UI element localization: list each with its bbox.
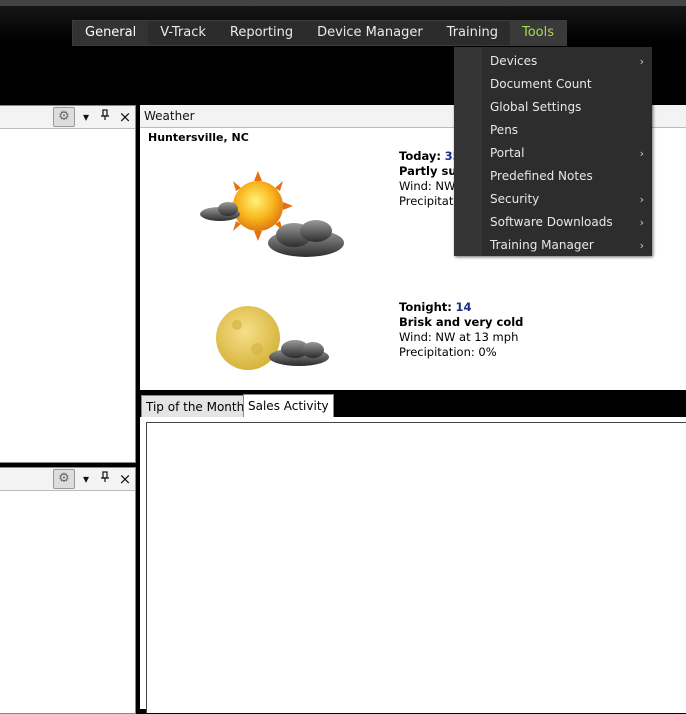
menu-item-label: Software Downloads — [490, 215, 613, 229]
menu-item-label: Portal — [490, 146, 525, 160]
menu-item-label: Predefined Notes — [490, 169, 593, 183]
tonight-label: Tonight: — [399, 300, 452, 314]
tab-content-area — [140, 417, 686, 713]
tools-menu-security[interactable]: Security › — [490, 188, 650, 211]
tools-menu-predefined-notes[interactable]: Predefined Notes — [490, 165, 650, 188]
tools-menu-portal[interactable]: Portal › — [490, 142, 650, 165]
submenu-arrow-icon: › — [639, 55, 644, 68]
left-top-panel-header: ⚙ ▾ × — [0, 106, 135, 129]
submenu-arrow-icon: › — [639, 147, 644, 160]
tools-menu-document-count[interactable]: Document Count — [490, 73, 650, 96]
panel-settings-button[interactable]: ⚙ — [53, 469, 75, 489]
tools-menu-devices[interactable]: Devices › — [490, 50, 650, 73]
submenu-arrow-icon: › — [639, 216, 644, 229]
weather-title: Weather — [144, 109, 195, 123]
menu-item-label: Devices — [490, 54, 538, 68]
gear-icon: ⚙ — [58, 109, 70, 124]
tools-menu-pens[interactable]: Pens — [490, 119, 650, 142]
today-label: Today: — [399, 149, 441, 163]
main-menu-bar: General V-Track Reporting Device Manager… — [72, 20, 567, 46]
menu-reporting[interactable]: Reporting — [218, 21, 305, 45]
panel-dropdown-button[interactable]: ▾ — [78, 471, 94, 487]
menu-item-label: Security — [490, 192, 540, 206]
header-strip — [0, 0, 686, 6]
menu-item-label: Pens — [490, 123, 519, 137]
gear-icon: ⚙ — [58, 471, 70, 486]
today-condition: Partly su — [399, 164, 457, 178]
tab-sales-activity[interactable]: Sales Activity — [243, 394, 334, 418]
tonight-condition: Brisk and very cold — [399, 315, 524, 329]
menu-training[interactable]: Training — [435, 21, 510, 45]
menu-tools[interactable]: Tools — [509, 21, 566, 45]
panel-close-button[interactable]: × — [117, 109, 133, 125]
dropdown-icon-gutter — [454, 47, 482, 256]
menu-item-label: Global Settings — [490, 100, 582, 114]
panel-settings-button[interactable]: ⚙ — [53, 107, 75, 127]
left-top-panel: ⚙ ▾ × — [0, 105, 136, 463]
pin-icon[interactable] — [97, 471, 113, 487]
tools-menu-training-manager[interactable]: Training Manager › — [490, 234, 650, 257]
weather-location: Huntersville, NC — [148, 131, 249, 144]
pin-icon[interactable] — [97, 109, 113, 125]
tools-dropdown-menu: Devices › Document Count Global Settings … — [454, 47, 652, 256]
sales-activity-frame — [146, 422, 686, 713]
moon-cloud-icon — [213, 303, 333, 373]
menu-general[interactable]: General — [73, 21, 149, 45]
tools-menu-global-settings[interactable]: Global Settings — [490, 96, 650, 119]
menu-item-label: Training Manager — [490, 238, 594, 252]
panel-dropdown-button[interactable]: ▾ — [78, 109, 94, 125]
submenu-arrow-icon: › — [639, 193, 644, 206]
left-bottom-panel: ⚙ ▾ × — [0, 467, 136, 714]
tab-tip-of-the-month[interactable]: Tip of the Month — [141, 395, 250, 418]
tonight-precip: Precipitation: 0% — [399, 345, 497, 359]
panel-close-button[interactable]: × — [117, 471, 133, 487]
partly-sunny-icon — [198, 171, 348, 267]
submenu-arrow-icon: › — [639, 239, 644, 252]
tonight-forecast: Tonight: 14 Brisk and very cold Wind: NW… — [399, 300, 523, 360]
tonight-temp: 14 — [455, 300, 472, 314]
tonight-wind: Wind: NW at 13 mph — [399, 330, 519, 344]
menu-v-track[interactable]: V-Track — [148, 21, 218, 45]
tools-menu-software-downloads[interactable]: Software Downloads › — [490, 211, 650, 234]
left-bottom-panel-header: ⚙ ▾ × — [0, 468, 135, 491]
menu-item-label: Document Count — [490, 77, 592, 91]
menu-device-manager[interactable]: Device Manager — [305, 21, 435, 45]
